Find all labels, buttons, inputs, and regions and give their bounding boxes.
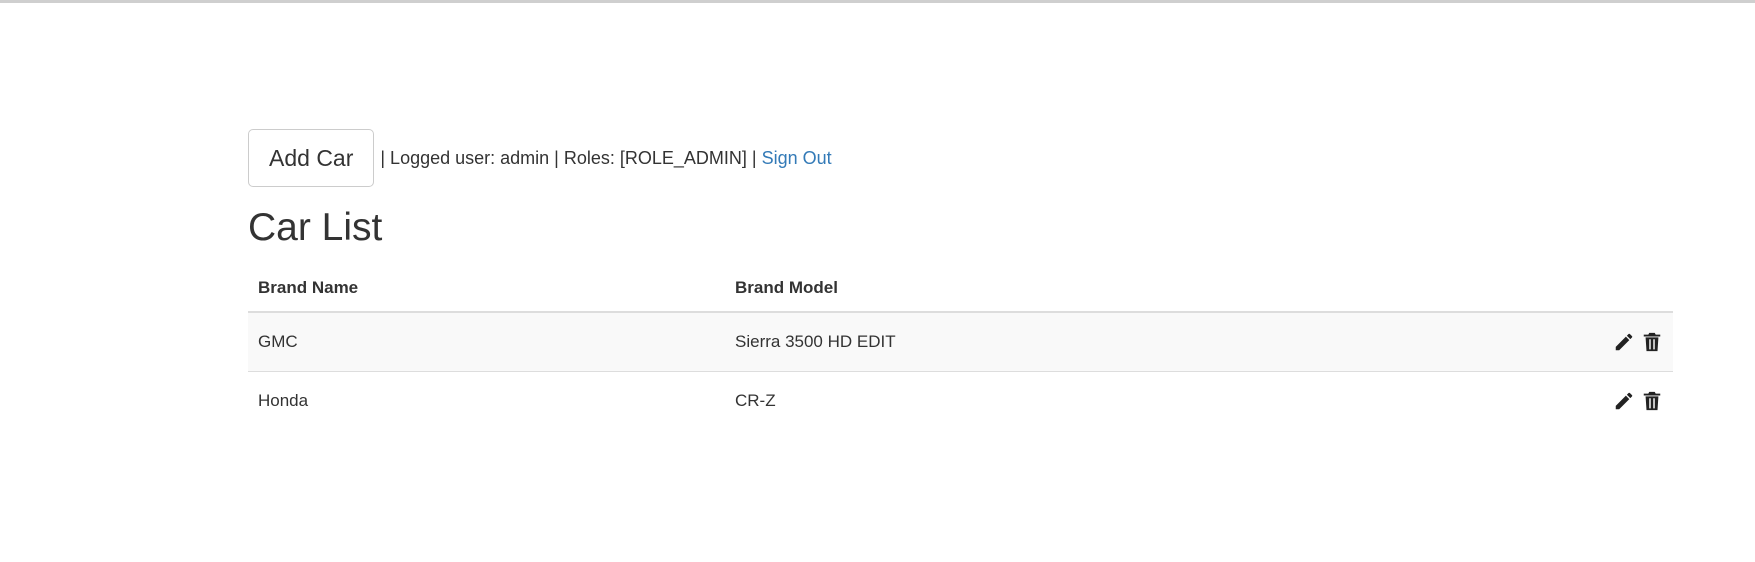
table-row: Honda CR-Z [248,370,1673,430]
column-header-actions [1406,265,1673,313]
page-title: Car List [248,206,383,249]
row-actions [1406,370,1673,430]
browser-top-edge [0,0,1755,3]
row-actions [1406,311,1673,372]
main-container: Add Car | Logged user: admin | Roles: [R… [248,129,1673,430]
cell-brand-model: Sierra 3500 HD EDIT [725,311,1407,372]
add-car-button[interactable]: Add Car [248,129,375,187]
column-header-brand-model: Brand Model [725,265,1407,313]
cell-brand-model: CR-Z [725,370,1407,430]
toolbar: Add Car | Logged user: admin | Roles: [R… [248,129,1673,187]
pencil-icon[interactable] [1613,390,1635,412]
sign-out-link[interactable]: Sign Out [762,148,832,169]
logged-user-info: | Logged user: admin | Roles: [ROLE_ADMI… [380,147,757,168]
cell-brand-name: Honda [248,370,725,430]
trash-icon[interactable] [1641,331,1663,353]
car-table: Brand Name Brand Model GMC Sierra 3500 H… [248,265,1673,430]
trash-icon[interactable] [1641,390,1663,412]
cell-brand-name: GMC [248,311,725,372]
pencil-icon[interactable] [1613,331,1635,353]
table-header-row: Brand Name Brand Model [248,265,1673,313]
column-header-brand-name: Brand Name [248,265,725,313]
table-row: GMC Sierra 3500 HD EDIT [248,311,1673,372]
